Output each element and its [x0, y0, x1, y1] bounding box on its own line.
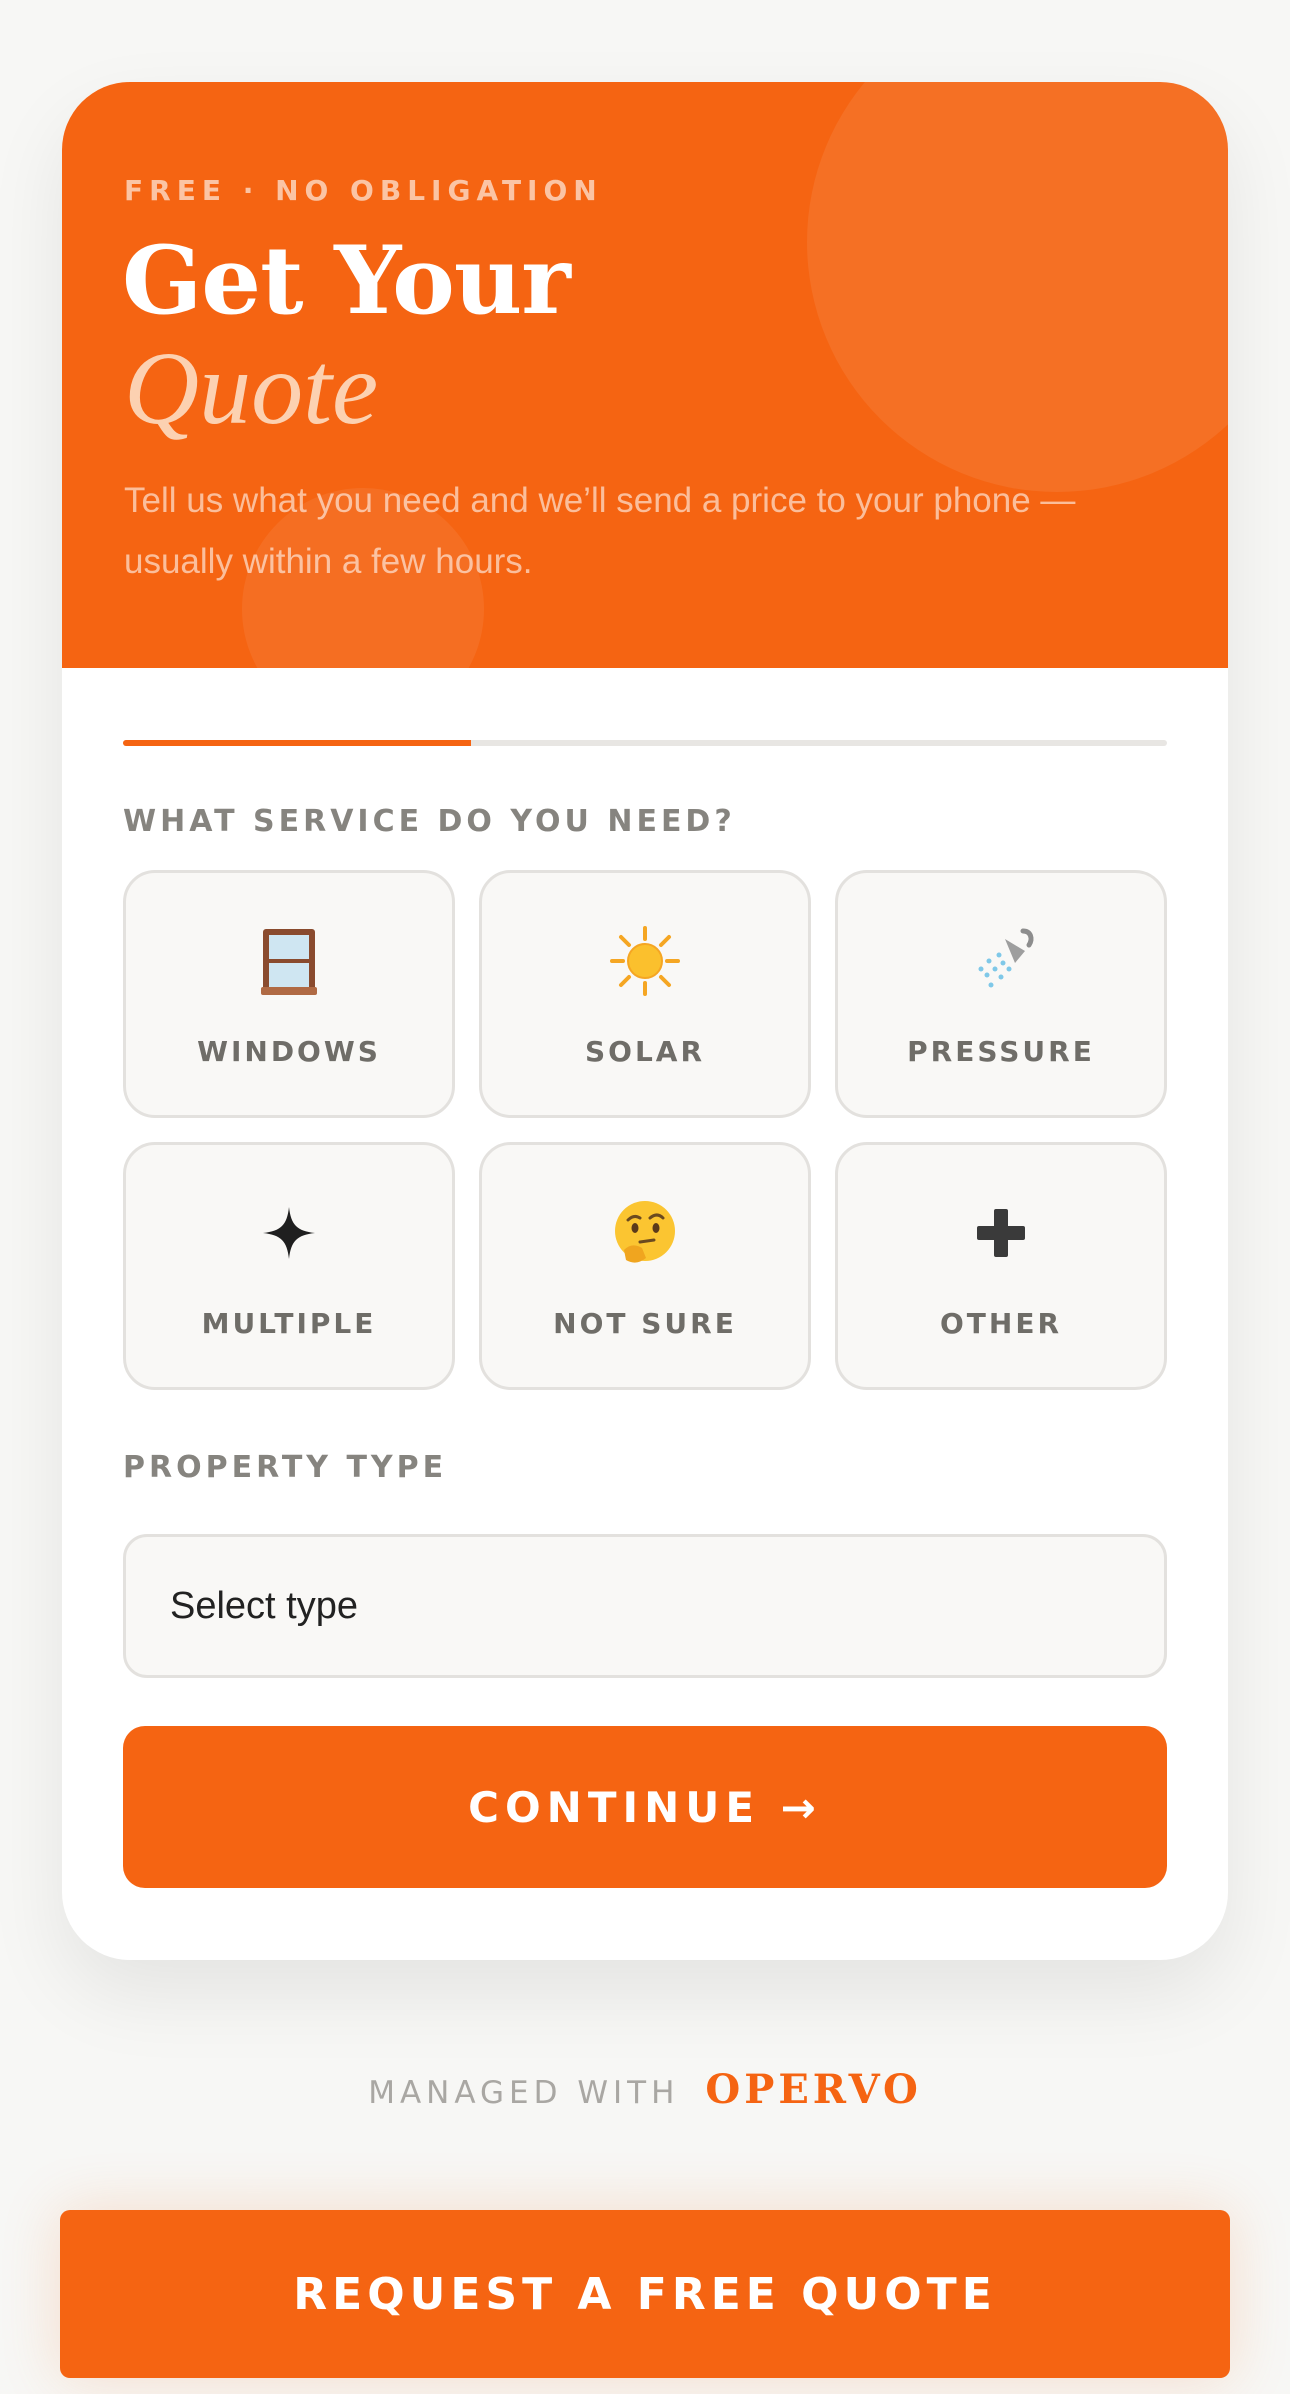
page-title-accent: Quote [124, 331, 379, 446]
service-label: WHAT SERVICE DO YOU NEED? [123, 804, 736, 839]
plus-icon [963, 1195, 1039, 1271]
eyebrow-text: FREE · NO OBLIGATION [124, 174, 603, 207]
quote-card: FREE · NO OBLIGATION Get Your Quote Tell… [62, 82, 1228, 1960]
continue-button[interactable]: CONTINUE → [123, 1726, 1167, 1888]
hero-header: FREE · NO OBLIGATION Get Your Quote Tell… [62, 82, 1228, 668]
hero-subtitle: Tell us what you need and we’ll send a p… [124, 481, 1076, 581]
service-option-label: SOLAR [584, 1035, 706, 1068]
shower-icon [963, 923, 1039, 999]
managed-with-text: MANAGED WITH [368, 2075, 680, 2111]
service-option-multiple[interactable]: MULTIPLE [123, 1142, 455, 1390]
window-icon [251, 923, 327, 999]
sparkle-icon [251, 1195, 327, 1271]
managed-with-footer: MANAGED WITH OPERVO [0, 2066, 1290, 2113]
progress-bar [123, 740, 1167, 746]
progress-fill [123, 740, 471, 746]
service-option-solar[interactable]: SOLAR [479, 870, 811, 1118]
sun-icon [607, 923, 683, 999]
service-option-pressure[interactable]: PRESSURE [835, 870, 1167, 1118]
service-option-label: OTHER [939, 1307, 1063, 1340]
brand-link[interactable]: OPERVO [705, 2066, 921, 2113]
service-option-label: PRESSURE [907, 1035, 1095, 1068]
property-type-select[interactable]: Select type [123, 1534, 1167, 1678]
request-quote-button[interactable]: REQUEST A FREE QUOTE [60, 2210, 1230, 2378]
page-title: Get Your [122, 226, 571, 336]
service-option-label: WINDOWS [197, 1035, 381, 1068]
thinking-face-icon [607, 1195, 683, 1271]
service-grid: WINDOWS SOLAR PRESSURE MULTIPLE NOT SURE… [123, 870, 1167, 1390]
property-type-label: PROPERTY TYPE [123, 1450, 448, 1485]
service-option-other[interactable]: OTHER [835, 1142, 1167, 1390]
service-option-label: MULTIPLE [201, 1307, 377, 1340]
service-option-windows[interactable]: WINDOWS [123, 870, 455, 1118]
service-option-label: NOT SURE [553, 1307, 737, 1340]
decorative-circle [807, 82, 1228, 492]
service-option-not-sure[interactable]: NOT SURE [479, 1142, 811, 1390]
page: FREE · NO OBLIGATION Get Your Quote Tell… [0, 0, 1290, 2394]
